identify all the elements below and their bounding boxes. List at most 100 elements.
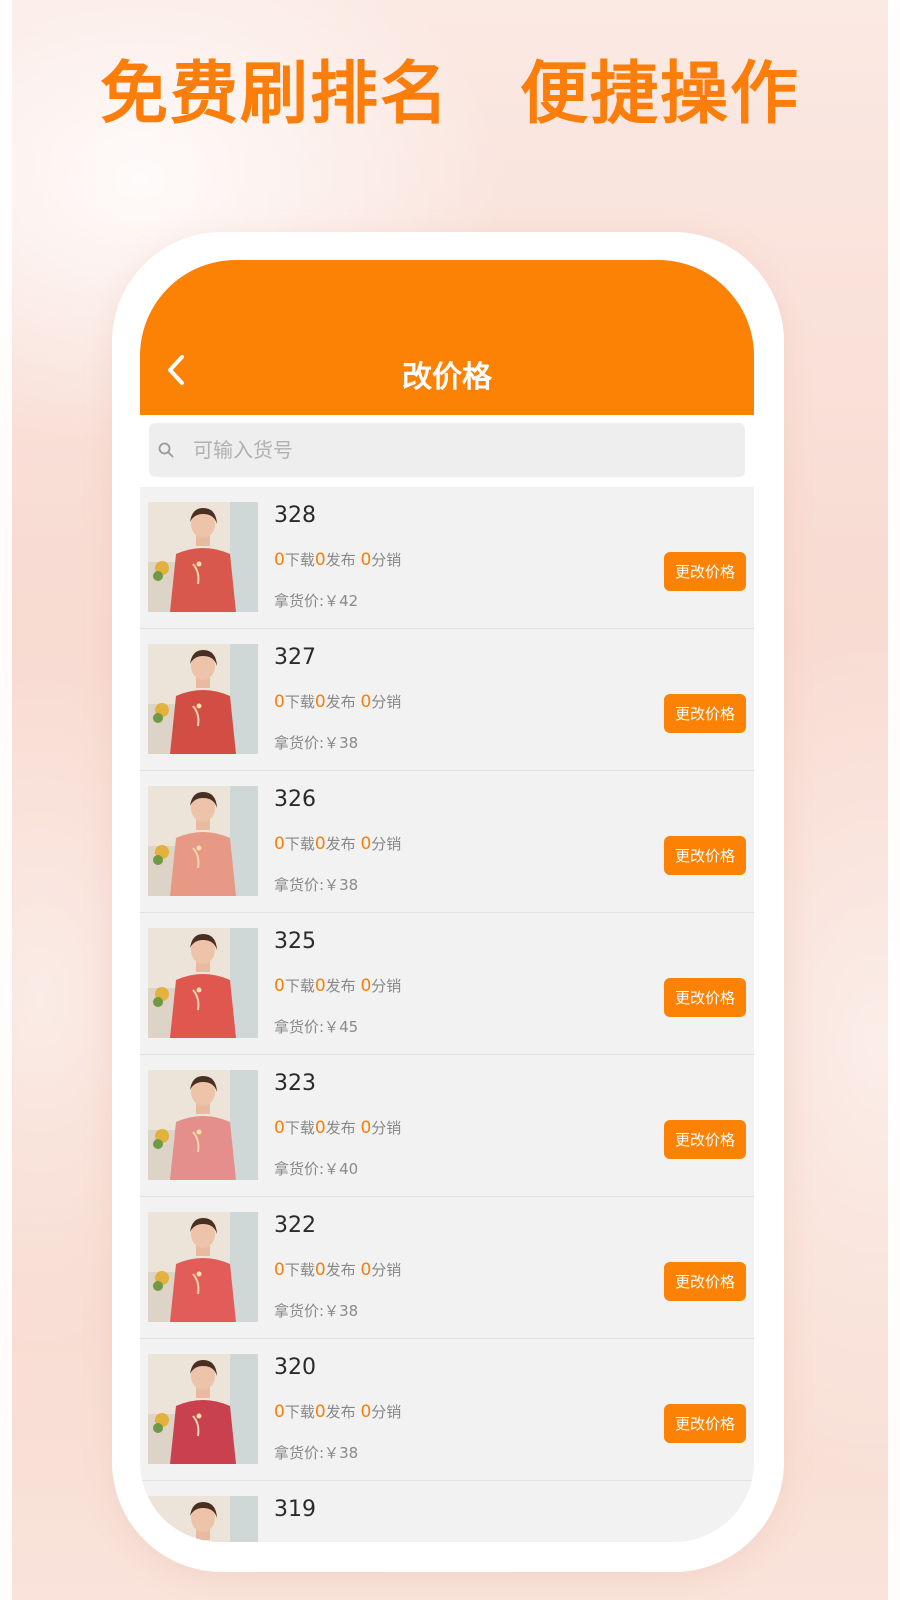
product-image[interactable]	[148, 786, 258, 896]
price-value: 38	[339, 1302, 359, 1320]
price-label: 拿货价:￥	[274, 592, 340, 610]
product-row[interactable]: 322 0下载0发布 0分销 拿货价:￥38 更改价格	[140, 1197, 754, 1339]
product-image[interactable]	[148, 1070, 258, 1180]
price-label: 拿货价:￥	[274, 1018, 340, 1036]
product-stats: 0下载0发布 0分销	[274, 975, 401, 996]
product-row[interactable]: 326 0下载0发布 0分销 拿货价:￥38 更改价格	[140, 771, 754, 913]
publish-count: 0	[314, 692, 326, 712]
distribution-label: 分销	[371, 1261, 402, 1279]
publish-count: 0	[314, 550, 326, 570]
distribution-count: 0	[360, 1118, 372, 1138]
download-count: 0	[274, 1118, 285, 1138]
distribution-count: 0	[360, 1402, 372, 1422]
search-input[interactable]	[193, 438, 713, 462]
product-image[interactable]	[148, 1212, 258, 1322]
left-edge-strip	[0, 0, 12, 1600]
product-stats: 0下载0发布 0分销	[274, 1259, 401, 1280]
download-label: 下载	[284, 1403, 315, 1421]
product-price: 拿货价:￥38	[274, 874, 358, 895]
product-code: 320	[274, 1355, 316, 1380]
product-price: 拿货价:￥40	[274, 1158, 358, 1179]
product-code: 322	[274, 1213, 316, 1238]
product-row[interactable]: 319 0下载0发布 0分销	[140, 1481, 754, 1542]
product-row[interactable]: 327 0下载0发布 0分销 拿货价:￥38 更改价格	[140, 629, 754, 771]
publish-count: 0	[314, 834, 326, 854]
publish-label: 发布	[325, 1261, 356, 1279]
product-row[interactable]: 325 0下载0发布 0分销 拿货价:￥45 更改价格	[140, 913, 754, 1055]
garment-shape	[170, 1400, 236, 1464]
headline-left: 免费刷排名	[99, 55, 450, 134]
distribution-count: 0	[360, 550, 372, 570]
download-count: 0	[274, 550, 285, 570]
product-row[interactable]: 320 0下载0发布 0分销 拿货价:￥38 更改价格	[140, 1339, 754, 1481]
publish-label: 发布	[325, 1119, 356, 1137]
change-price-button[interactable]: 更改价格	[664, 1120, 746, 1159]
download-count: 0	[274, 834, 285, 854]
change-price-button[interactable]: 更改价格	[664, 978, 746, 1017]
product-stats: 0下载0发布 0分销	[274, 833, 401, 854]
price-value: 38	[339, 734, 359, 752]
product-stats: 0下载0发布 0分销	[274, 1117, 401, 1138]
change-price-button[interactable]: 更改价格	[664, 1404, 746, 1443]
product-code: 323	[274, 1071, 316, 1096]
download-label: 下载	[284, 551, 315, 569]
product-code: 326	[274, 787, 316, 812]
garment-shape	[170, 832, 236, 896]
price-label: 拿货价:￥	[274, 734, 340, 752]
distribution-label: 分销	[371, 977, 402, 995]
product-code: 327	[274, 645, 316, 670]
download-label: 下载	[284, 1119, 315, 1137]
product-price: 拿货价:￥38	[274, 1442, 358, 1463]
price-value: 45	[339, 1018, 359, 1036]
product-code: 325	[274, 929, 316, 954]
product-image[interactable]	[148, 644, 258, 754]
product-price: 拿货价:￥45	[274, 1016, 358, 1037]
change-price-button[interactable]: 更改价格	[664, 552, 746, 591]
price-label: 拿货价:￥	[274, 1444, 340, 1462]
product-stats: 0下载0发布 0分销	[274, 691, 401, 712]
price-value: 38	[339, 876, 359, 894]
right-edge-strip	[888, 0, 900, 1600]
price-label: 拿货价:￥	[274, 1302, 340, 1320]
product-row[interactable]: 323 0下载0发布 0分销 拿货价:￥40 更改价格	[140, 1055, 754, 1197]
search-box[interactable]	[149, 423, 745, 477]
garment-shape	[170, 1116, 236, 1180]
product-image[interactable]	[148, 928, 258, 1038]
price-value: 42	[339, 592, 359, 610]
product-list: 328 0下载0发布 0分销 拿货价:￥42 更改价格 327 0下载0发布 0…	[140, 487, 754, 1542]
product-price: 拿货价:￥38	[274, 732, 358, 753]
price-label: 拿货价:￥	[274, 876, 340, 894]
distribution-count: 0	[360, 1260, 372, 1280]
download-label: 下载	[284, 1261, 315, 1279]
download-count: 0	[274, 1402, 285, 1422]
product-image[interactable]	[148, 1496, 258, 1542]
download-count: 0	[274, 1260, 285, 1280]
garment-shape	[170, 974, 236, 1038]
publish-label: 发布	[325, 693, 356, 711]
product-price: 拿货价:￥42	[274, 590, 358, 611]
garment-shape	[170, 548, 236, 612]
product-image[interactable]	[148, 1354, 258, 1464]
distribution-label: 分销	[371, 835, 402, 853]
price-label: 拿货价:￥	[274, 1160, 340, 1178]
publish-count: 0	[314, 1402, 326, 1422]
product-image[interactable]	[148, 502, 258, 612]
distribution-count: 0	[360, 976, 372, 996]
publish-count: 0	[314, 1260, 326, 1280]
product-row[interactable]: 328 0下载0发布 0分销 拿货价:￥42 更改价格	[140, 487, 754, 629]
navigation-bar: 改价格	[140, 260, 754, 415]
publish-label: 发布	[325, 835, 356, 853]
product-code: 328	[274, 503, 316, 528]
distribution-count: 0	[360, 834, 372, 854]
download-count: 0	[274, 976, 285, 996]
change-price-button[interactable]: 更改价格	[664, 694, 746, 733]
product-code: 319	[274, 1497, 316, 1522]
distribution-label: 分销	[371, 693, 402, 711]
distribution-label: 分销	[371, 1403, 402, 1421]
distribution-count: 0	[360, 692, 372, 712]
garment-shape	[170, 1258, 236, 1322]
change-price-button[interactable]: 更改价格	[664, 836, 746, 875]
headline-right: 便捷操作	[520, 55, 801, 134]
distribution-label: 分销	[371, 551, 402, 569]
change-price-button[interactable]: 更改价格	[664, 1262, 746, 1301]
